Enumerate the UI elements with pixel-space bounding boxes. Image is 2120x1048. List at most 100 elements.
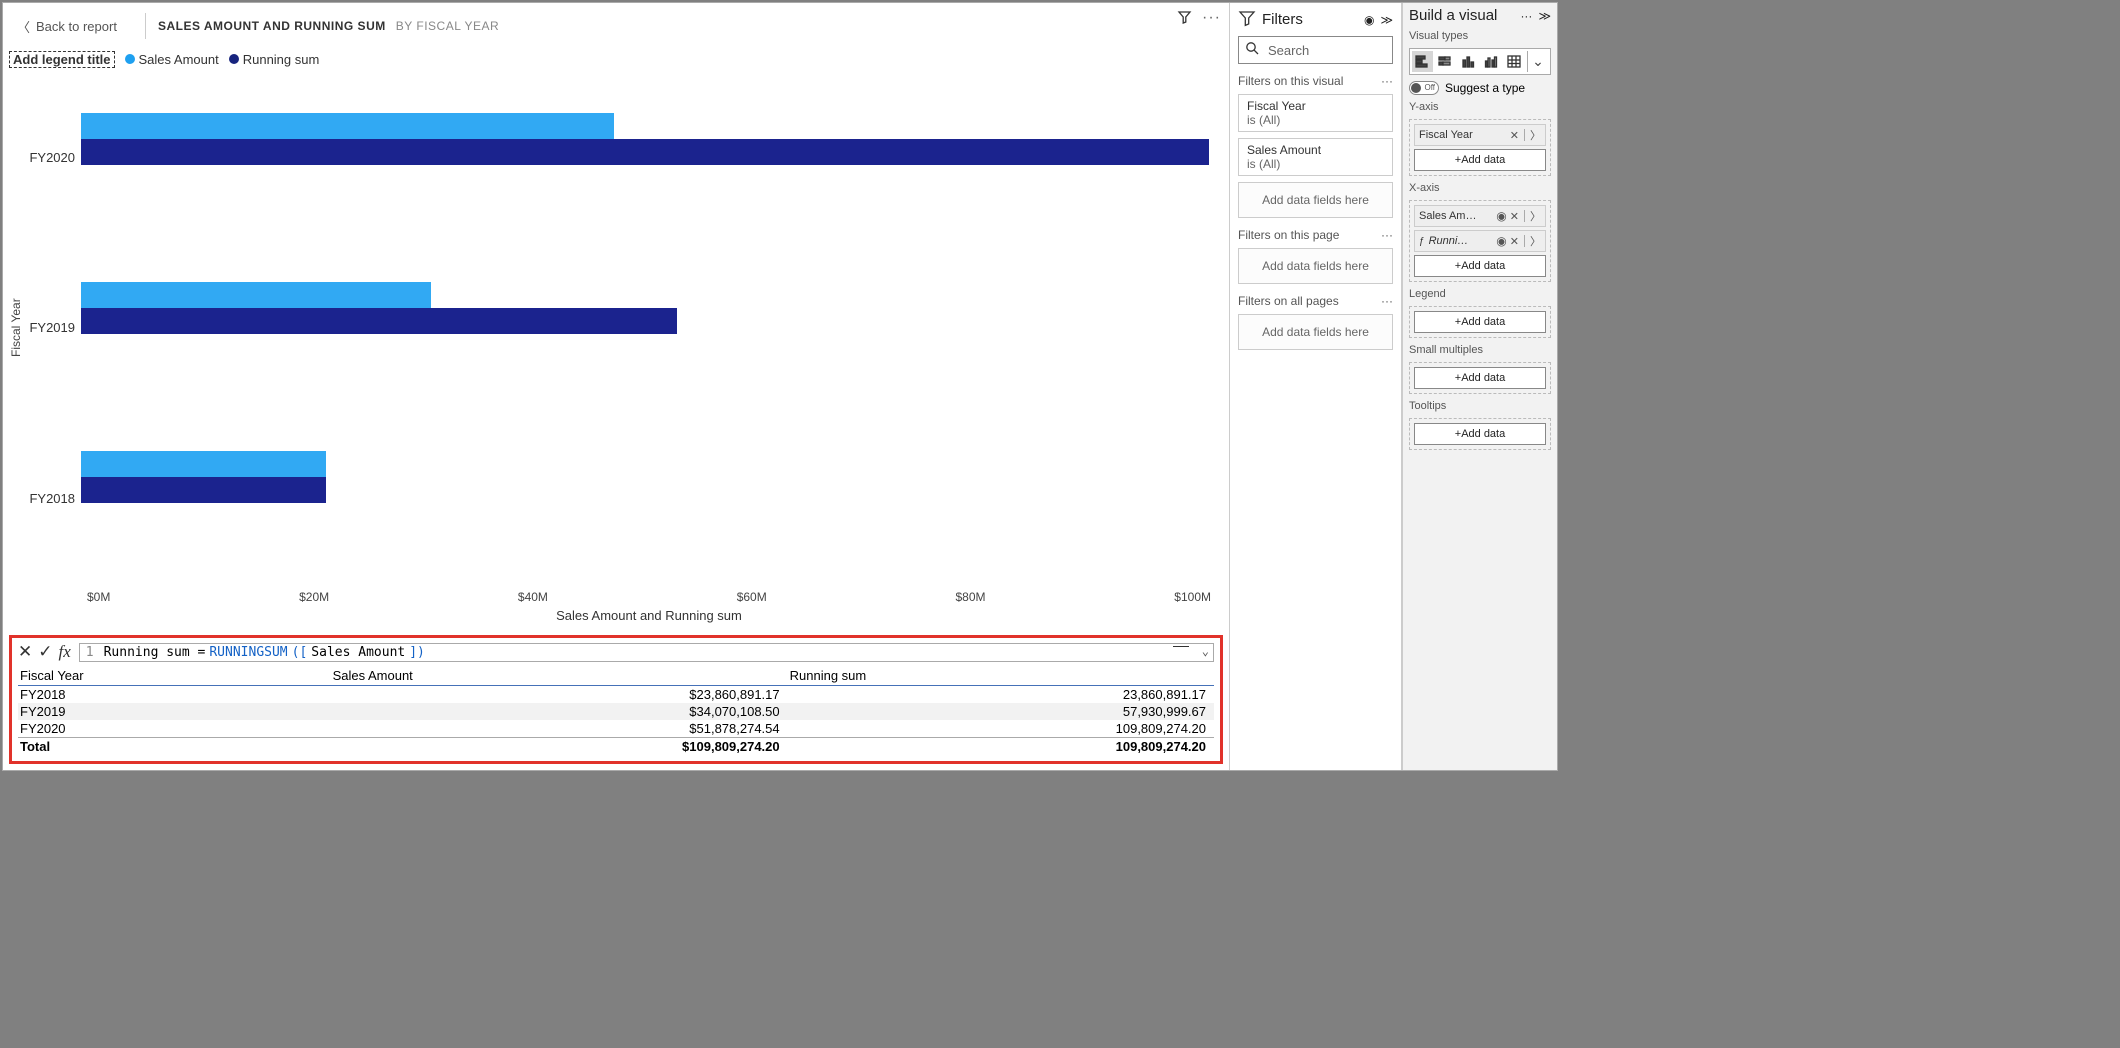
fx-icon[interactable]: fx [59,642,71,662]
remove-icon[interactable]: ✕ [1510,210,1519,223]
well-label-xaxis: X-axis [1409,182,1551,194]
col-header[interactable]: Running sum [788,666,1214,686]
legend-swatch-1 [125,54,135,64]
add-data-yaxis[interactable]: +Add data [1414,149,1546,171]
formula-confirm-icon[interactable]: ✓ [38,642,52,662]
filter-field: Sales Amount [1247,143,1384,157]
expand-icon[interactable]: 〉 [1530,208,1541,224]
plot-area[interactable] [81,72,1211,584]
bar-running-fy2020[interactable] [81,139,1209,165]
expand-icon[interactable]: 〉 [1530,233,1541,249]
formula-collapse-line [1173,646,1189,647]
col-header[interactable]: Sales Amount [331,666,788,686]
table-row[interactable]: FY2020$51,878,274.54109,809,274.20 [18,720,1214,738]
collapse-pane-icon[interactable]: ≫ [1538,9,1551,23]
expand-icon[interactable]: 〉 [1530,127,1541,143]
formula-expand-icon[interactable]: ⌄ [1202,644,1209,658]
filter-card[interactable]: Sales Amount is (All) [1238,138,1393,176]
more-icon[interactable]: ··· [1202,9,1221,29]
suggest-type-label: Suggest a type [1445,81,1525,95]
more-icon[interactable]: ··· [1520,9,1532,23]
more-icon[interactable]: ··· [1381,74,1393,88]
well-label-tooltips: Tooltips [1409,400,1551,412]
filters-section-label: Filters on all pages [1238,294,1339,308]
vt-clustered-column-icon[interactable] [1458,51,1479,72]
filter-state: is (All) [1247,113,1384,127]
legend-title-placeholder[interactable]: Add legend title [9,51,115,68]
add-data-tooltips[interactable]: +Add data [1414,423,1546,445]
add-data-legend[interactable]: +Add data [1414,311,1546,333]
y-tick: FY2020 [29,150,75,165]
filter-drop-all[interactable]: Add data fields here [1238,314,1393,350]
visual-header-icons: ··· [1177,9,1221,29]
formula-input[interactable]: 1 Running sum = RUNNINGSUM ([ Sales Amou… [79,643,1214,662]
bar-running-fy2019[interactable] [81,308,677,334]
vt-clustered-bar-icon[interactable] [1412,51,1433,72]
build-visual-pane: Build a visual ··· ≫ Visual types ⌄ Off … [1402,3,1557,770]
table-row[interactable]: FY2019$34,070,108.5057,930,999.67 [18,703,1214,720]
visibility-icon[interactable]: ◉ [1496,209,1506,223]
bar-sales-fy2020[interactable] [81,113,614,139]
back-to-report[interactable]: 〈 Back to report [17,17,117,36]
vt-grouped-column-icon[interactable] [1481,51,1502,72]
visual-types-row: ⌄ [1409,48,1551,75]
filter-card[interactable]: Fiscal Year is (All) [1238,94,1393,132]
filter-drop-page[interactable]: Add data fields here [1238,248,1393,284]
bar-running-fy2018[interactable] [81,477,326,503]
x-tick: $100M [1174,590,1211,604]
vt-table-icon[interactable] [1504,51,1525,72]
vt-expand-icon[interactable]: ⌄ [1527,51,1548,72]
filter-drop-visual[interactable]: Add data fields here [1238,182,1393,218]
more-icon[interactable]: ··· [1381,228,1393,242]
y-tick: FY2018 [29,491,75,506]
chart-title-main: SALES AMOUNT AND RUNNING SUM [158,19,386,33]
more-icon[interactable]: ··· [1381,294,1393,308]
field-pill-label: Sales Am… [1419,210,1492,222]
col-header[interactable]: Fiscal Year [18,666,331,686]
well-legend[interactable]: +Add data [1409,306,1551,338]
legend: Add legend title Sales Amount Running su… [3,45,1215,68]
field-pill-fiscal-year[interactable]: Fiscal Year ✕〉 [1414,124,1546,146]
formula-cancel-icon[interactable]: ✕ [18,642,32,662]
well-tooltips[interactable]: +Add data [1409,418,1551,450]
remove-icon[interactable]: ✕ [1510,129,1519,142]
x-tick: $40M [518,590,548,604]
well-yaxis[interactable]: Fiscal Year ✕〉 +Add data [1409,119,1551,176]
collapse-pane-icon[interactable]: ≫ [1380,13,1393,27]
visibility-icon[interactable]: ◉ [1364,13,1374,27]
legend-item-2: Running sum [229,52,320,67]
visibility-icon[interactable]: ◉ [1496,234,1506,248]
field-pill-sales-amount[interactable]: Sales Am… ◉ ✕ 〉 [1414,205,1546,227]
vertical-divider [145,13,146,39]
vt-stacked-bar-icon[interactable] [1435,51,1456,72]
bar-sales-fy2019[interactable] [81,282,431,308]
bar-sales-fy2018[interactable] [81,451,326,477]
build-header: Build a visual ··· ≫ [1409,7,1551,24]
legend-swatch-2 [229,54,239,64]
well-small-multiples[interactable]: +Add data [1409,362,1551,394]
x-tick: $0M [87,590,110,604]
formula-arg-field: Sales Amount [311,645,405,660]
filters-header: Filters ◉ ≫ [1238,9,1393,30]
add-data-small-multiples[interactable]: +Add data [1414,367,1546,389]
add-data-xaxis[interactable]: +Add data [1414,255,1546,277]
filters-section-all: Filters on all pages ··· [1238,294,1393,308]
remove-icon[interactable]: ✕ [1510,235,1519,248]
field-pill-running-sum[interactable]: ƒ Runni… ◉ ✕ 〉 [1414,230,1546,252]
legend-label-2: Running sum [243,52,320,67]
well-xaxis[interactable]: Sales Am… ◉ ✕ 〉 ƒ Runni… ◉ ✕ 〉 +Add data [1409,200,1551,282]
formula-bar-actions: ✕ ✓ fx [18,642,71,662]
filters-search[interactable]: Search [1238,36,1393,64]
suggest-toggle[interactable]: Off [1409,81,1439,95]
table-row[interactable]: FY2018$23,860,891.1723,860,891.17 [18,686,1214,704]
filter-funnel-icon[interactable] [1177,9,1192,29]
field-pill-label: Runni… [1429,235,1493,247]
visual-canvas: Add legend title Sales Amount Running su… [3,39,1229,629]
filters-section-visual: Filters on this visual ··· [1238,74,1393,88]
well-label-yaxis: Y-axis [1409,101,1551,113]
legend-item-1: Sales Amount [125,52,219,67]
calc-icon: ƒ [1419,236,1425,247]
y-axis-labels: FY2020 FY2019 FY2018 [25,72,81,584]
filters-section-page: Filters on this page ··· [1238,228,1393,242]
table-total-row[interactable]: Total$109,809,274.20109,809,274.20 [18,738,1214,756]
